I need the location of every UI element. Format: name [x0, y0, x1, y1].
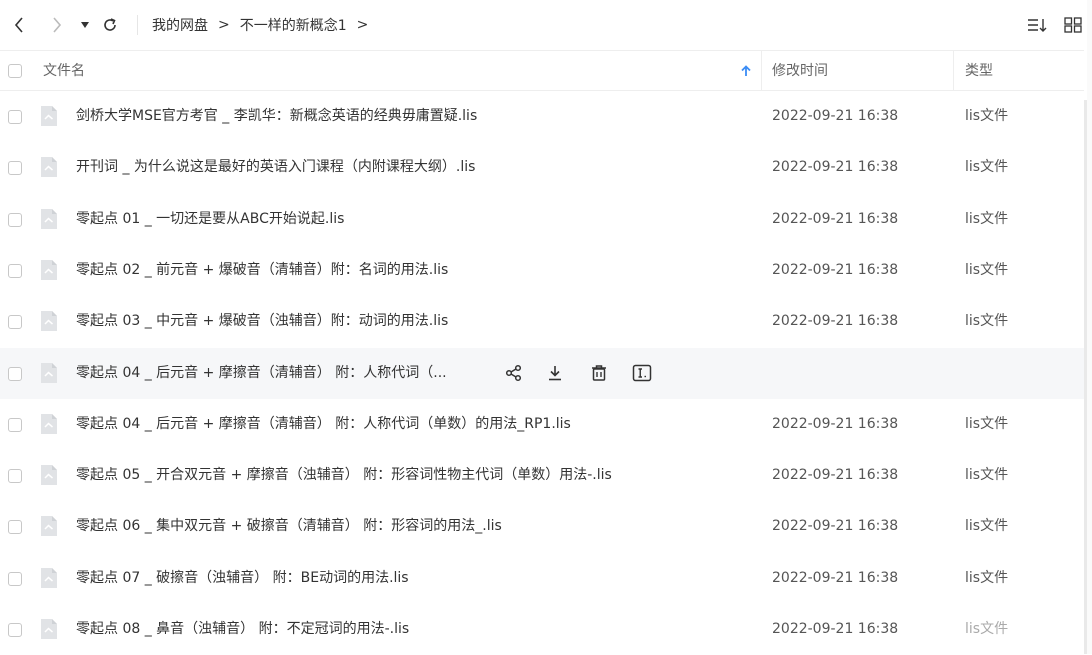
row-checkbox[interactable]: [8, 572, 22, 586]
file-name[interactable]: 零起点 06 _ 集中双元音 + 破擦音（清辅音） 附：形容词的用法_.lis: [76, 501, 502, 552]
file-modified-date: 2022-09-21 16:38: [772, 518, 899, 534]
table-row[interactable]: 零起点 08 _ 鼻音（浊辅音） 附：不定冠词的用法-.lis 2022-09-2…: [0, 604, 1084, 655]
refresh-icon[interactable]: [101, 16, 119, 34]
table-row[interactable]: 零起点 07 _ 破擦音（浊辅音） 附：BE动词的用法.lis 2022-09-2…: [0, 553, 1084, 604]
caret-down-icon[interactable]: [80, 20, 90, 30]
row-checkbox[interactable]: [8, 315, 22, 329]
window-edge: [1087, 0, 1092, 654]
row-checkbox[interactable]: [8, 623, 22, 637]
table-row[interactable]: 开刊词 _ 为什么说这是最好的英语入门课程（内附课程大纲）.lis 2022-09…: [0, 142, 1084, 193]
file-modified-date: 2022-09-21 16:38: [772, 570, 899, 586]
row-checkbox[interactable]: [8, 520, 22, 534]
row-checkbox[interactable]: [8, 264, 22, 278]
file-icon: [39, 310, 59, 332]
breadcrumb-current[interactable]: 不一样的新概念1: [240, 15, 347, 35]
file-name[interactable]: 零起点 07 _ 破擦音（浊辅音） 附：BE动词的用法.lis: [76, 553, 409, 604]
file-name[interactable]: 零起点 02 _ 前元音 + 爆破音（清辅音）附：名词的用法.lis: [76, 245, 448, 296]
file-name[interactable]: 零起点 08 _ 鼻音（浊辅音） 附：不定冠词的用法-.lis: [76, 604, 409, 655]
file-type: lis文件: [965, 570, 1009, 586]
toolbar: 我的网盘 > 不一样的新概念1 >: [0, 0, 1092, 50]
file-modified-date: 2022-09-21 16:38: [772, 262, 899, 278]
grid-view-icon[interactable]: [1064, 17, 1082, 37]
table-row[interactable]: 零起点 04 _ 后元音 + 摩擦音（清辅音） 附：人称代词（单数）的用法_RP…: [0, 399, 1084, 450]
file-icon: [39, 156, 59, 178]
file-type: lis文件: [965, 518, 1009, 534]
breadcrumb-separator: >: [218, 17, 230, 33]
file-type: lis文件: [965, 313, 1009, 329]
sort-ascending-icon[interactable]: [741, 65, 751, 81]
file-icon: [39, 259, 59, 281]
file-name[interactable]: 零起点 03 _ 中元音 + 爆破音（浊辅音）附：动词的用法.lis: [76, 296, 448, 347]
file-modified-date: 2022-09-21 16:38: [772, 211, 899, 227]
file-modified-date: 2022-09-21 16:38: [772, 621, 899, 637]
column-header-type[interactable]: 类型: [965, 51, 993, 91]
table-row[interactable]: 零起点 06 _ 集中双元音 + 破擦音（清辅音） 附：形容词的用法_.lis 2…: [0, 501, 1084, 552]
file-modified-date: 2022-09-21 16:38: [772, 108, 899, 124]
file-icon: [39, 362, 59, 384]
delete-icon[interactable]: [587, 361, 611, 385]
file-name[interactable]: 零起点 05 _ 开合双元音 + 摩擦音（浊辅音） 附：形容词性物主代词（单数）…: [76, 450, 612, 501]
file-icon: [39, 464, 59, 486]
table-row[interactable]: 零起点 03 _ 中元音 + 爆破音（浊辅音）附：动词的用法.lis 2022-0…: [0, 296, 1084, 347]
breadcrumb: 我的网盘 > 不一样的新概念1 >: [152, 0, 378, 50]
file-type: lis文件: [965, 621, 1009, 637]
file-modified-date: 2022-09-21 16:38: [772, 159, 899, 175]
select-all-checkbox[interactable]: [8, 64, 22, 78]
row-checkbox[interactable]: [8, 469, 22, 483]
column-header-name[interactable]: 文件名: [43, 51, 85, 91]
file-name[interactable]: 开刊词 _ 为什么说这是最好的英语入门课程（内附课程大纲）.lis: [76, 142, 475, 193]
row-checkbox[interactable]: [8, 367, 22, 381]
download-icon[interactable]: [543, 361, 567, 385]
file-icon: [39, 618, 59, 640]
table-row[interactable]: 零起点 02 _ 前元音 + 爆破音（清辅音）附：名词的用法.lis 2022-0…: [0, 245, 1084, 296]
toolbar-divider: [137, 15, 138, 35]
file-modified-date: 2022-09-21 16:38: [772, 467, 899, 483]
file-name[interactable]: 零起点 04 _ 后元音 + 摩擦音（清辅音） 附：人称代词（...: [76, 348, 447, 399]
chevron-right-icon[interactable]: [48, 16, 66, 34]
row-checkbox[interactable]: [8, 161, 22, 175]
file-type: lis文件: [965, 262, 1009, 278]
sort-list-icon[interactable]: [1027, 17, 1047, 37]
file-name[interactable]: 零起点 01 _ 一切还是要从ABC开始说起.lis: [76, 194, 344, 245]
row-checkbox[interactable]: [8, 418, 22, 432]
file-icon: [39, 413, 59, 435]
table-row[interactable]: 零起点 04 _ 后元音 + 摩擦音（清辅音） 附：人称代词（...: [0, 348, 1084, 399]
file-type: lis文件: [965, 467, 1009, 483]
chevron-left-icon[interactable]: [10, 16, 28, 34]
file-name[interactable]: 剑桥大学MSE官方考官 _ 李凯华：新概念英语的经典毋庸置疑.lis: [76, 91, 477, 142]
table-row[interactable]: 剑桥大学MSE官方考官 _ 李凯华：新概念英语的经典毋庸置疑.lis 2022-0…: [0, 91, 1084, 142]
file-icon: [39, 515, 59, 537]
list-header: 文件名 修改时间 类型: [0, 50, 1084, 91]
table-row[interactable]: 零起点 01 _ 一切还是要从ABC开始说起.lis 2022-09-21 16:…: [0, 194, 1084, 245]
file-type: lis文件: [965, 159, 1009, 175]
column-header-modified[interactable]: 修改时间: [772, 51, 828, 91]
row-checkbox[interactable]: [8, 213, 22, 227]
file-type: lis文件: [965, 211, 1009, 227]
file-icon: [39, 105, 59, 127]
file-type: lis文件: [965, 416, 1009, 432]
share-icon[interactable]: [502, 361, 526, 385]
file-icon: [39, 208, 59, 230]
breadcrumb-separator: >: [356, 17, 369, 33]
row-checkbox[interactable]: [8, 110, 22, 124]
column-divider: [761, 51, 762, 91]
file-modified-date: 2022-09-21 16:38: [772, 313, 899, 329]
file-type: lis文件: [965, 108, 1009, 124]
table-row[interactable]: 零起点 05 _ 开合双元音 + 摩擦音（浊辅音） 附：形容词性物主代词（单数）…: [0, 450, 1084, 501]
breadcrumb-root[interactable]: 我的网盘: [152, 15, 208, 35]
column-divider: [953, 51, 954, 91]
file-icon: [39, 567, 59, 589]
file-modified-date: 2022-09-21 16:38: [772, 416, 899, 432]
file-name[interactable]: 零起点 04 _ 后元音 + 摩擦音（清辅音） 附：人称代词（单数）的用法_RP…: [76, 399, 571, 450]
rename-icon[interactable]: [630, 361, 654, 385]
